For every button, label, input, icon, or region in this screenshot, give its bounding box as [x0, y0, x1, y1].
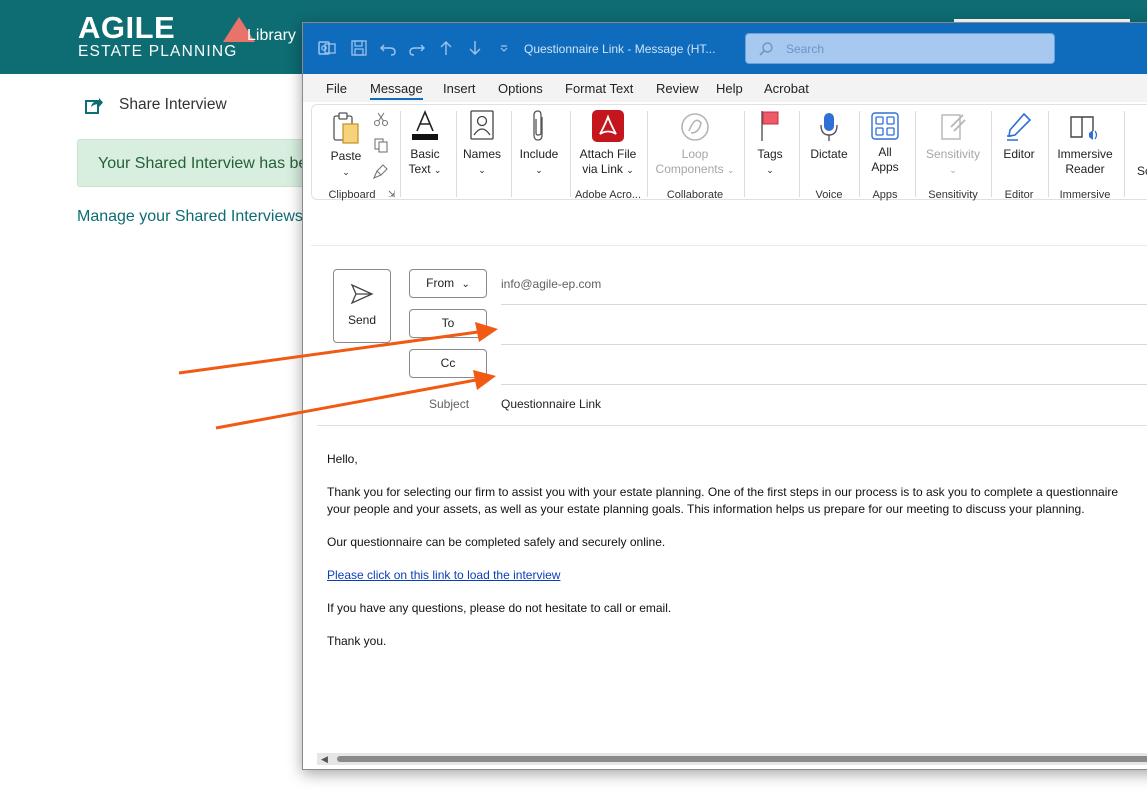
arrow-head-cc-icon [473, 370, 496, 390]
annotation-arrow-cc [215, 378, 477, 430]
annotation-arrows [178, 322, 498, 430]
annotation-arrow-to [178, 330, 479, 375]
arrow-head-to-icon [475, 322, 498, 342]
